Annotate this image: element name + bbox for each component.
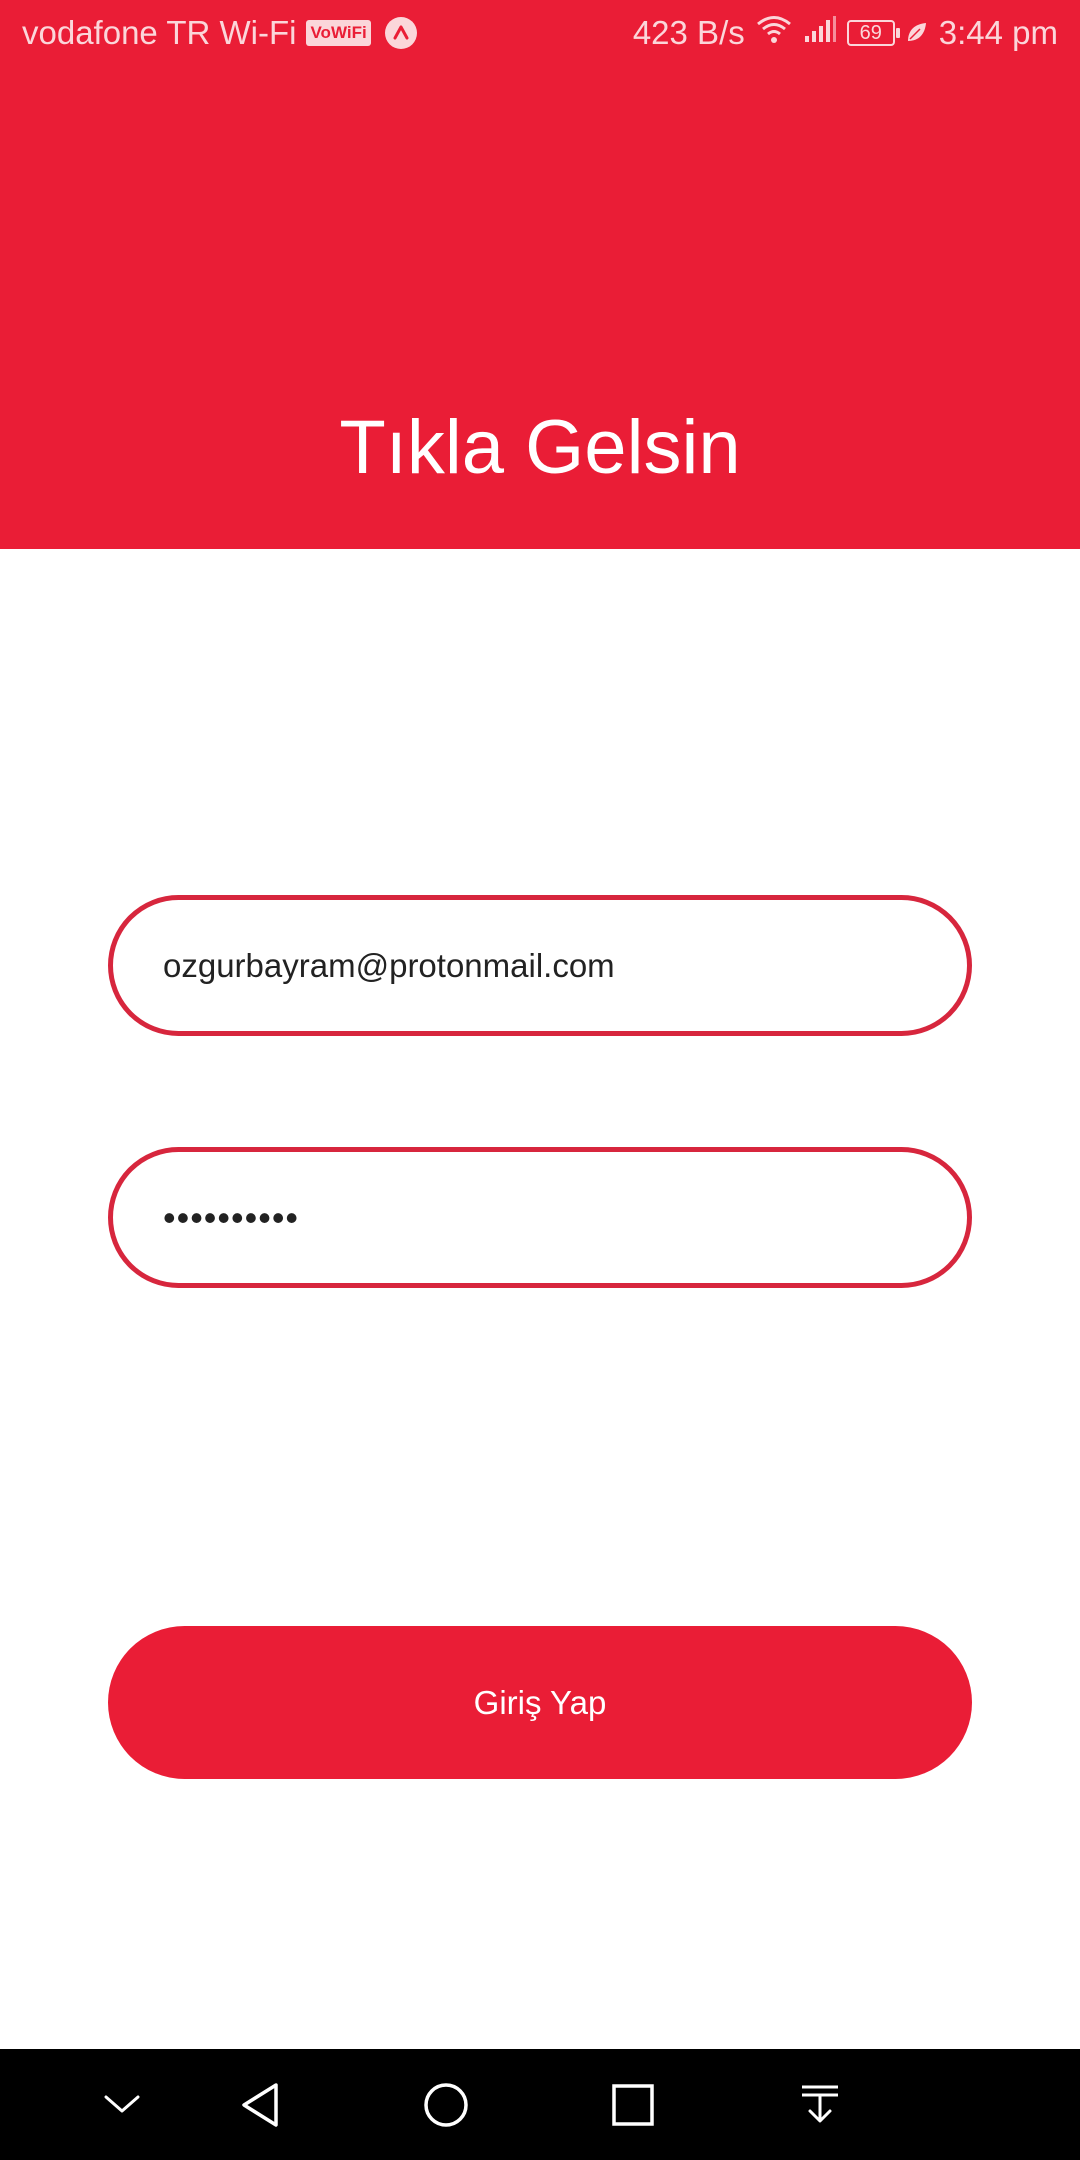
carrier-name: vodafone TR Wi-Fi bbox=[22, 14, 297, 51]
status-bar: vodafone TR Wi-Fi VoWiFi 423 B/s 69 3:44… bbox=[0, 0, 1080, 70]
notification-pull-icon[interactable] bbox=[770, 2049, 870, 2160]
clock: 3:44 pm bbox=[938, 14, 1058, 51]
back-icon[interactable] bbox=[210, 2049, 310, 2160]
wifi-icon bbox=[755, 14, 793, 52]
login-screen: vodafone TR Wi-Fi VoWiFi 423 B/s 69 3:44… bbox=[0, 0, 1080, 2160]
network-speed: 423 B/s bbox=[632, 14, 745, 51]
status-right: 423 B/s 69 3:44 pm bbox=[633, 14, 1058, 52]
vowifi-badge: VoWiFi bbox=[306, 20, 371, 46]
collapse-chevron-icon[interactable] bbox=[72, 2049, 172, 2160]
app-notification-icon bbox=[384, 17, 417, 49]
battery-saver-leaf-icon bbox=[905, 14, 929, 52]
email-field[interactable] bbox=[108, 895, 972, 1036]
navigation-bar bbox=[0, 2049, 1080, 2160]
recents-icon[interactable] bbox=[583, 2049, 683, 2160]
status-left: vodafone TR Wi-Fi VoWiFi bbox=[22, 14, 417, 52]
app-title: Tıkla Gelsin bbox=[339, 405, 741, 490]
password-field[interactable] bbox=[108, 1147, 972, 1288]
home-icon[interactable] bbox=[396, 2049, 496, 2160]
battery-level: 69 bbox=[859, 22, 882, 44]
login-button[interactable]: Giriş Yap bbox=[108, 1626, 972, 1779]
battery-icon: 69 bbox=[846, 20, 900, 46]
signal-icon bbox=[803, 14, 837, 52]
header-banner: vodafone TR Wi-Fi VoWiFi 423 B/s 69 3:44… bbox=[0, 0, 1080, 549]
